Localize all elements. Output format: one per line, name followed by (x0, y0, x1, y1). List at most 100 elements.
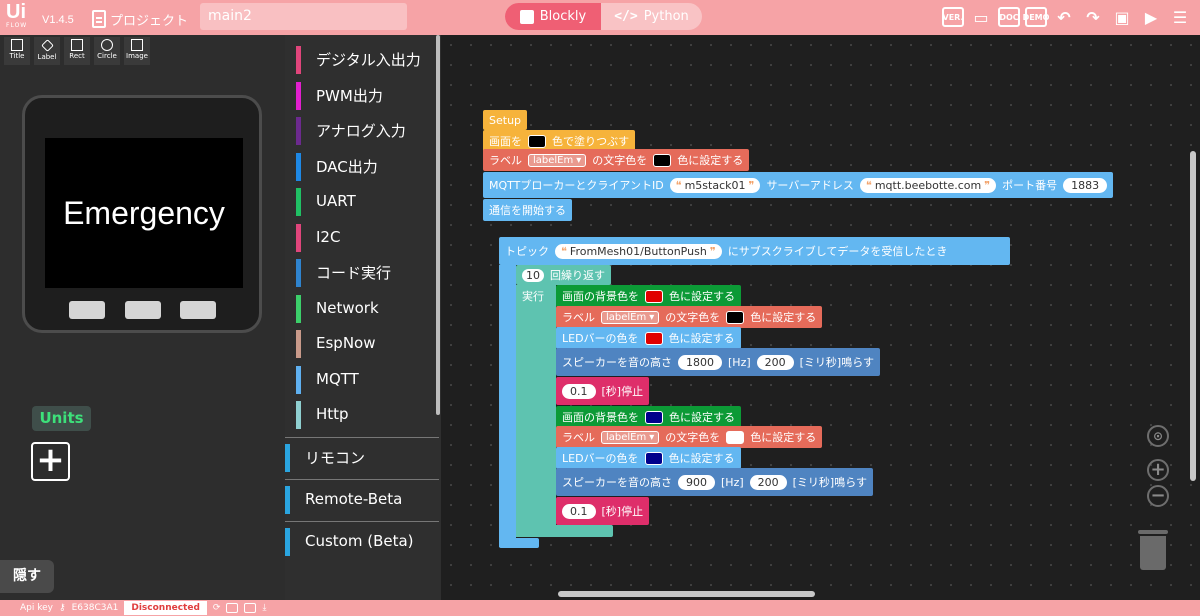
category-item[interactable]: Remote-Beta (285, 482, 430, 516)
divider (285, 437, 439, 438)
label-dropdown[interactable]: labelEm ▾ (601, 310, 660, 324)
label-dropdown[interactable]: labelEm ▾ (601, 430, 660, 444)
category-item[interactable]: MQTT (296, 362, 441, 396)
device-button-a (69, 301, 105, 319)
docs-icon[interactable]: DOC (998, 7, 1020, 27)
color-swatch[interactable] (645, 410, 663, 424)
category-item[interactable]: Http (296, 397, 441, 431)
duration-field[interactable]: 200 (749, 474, 787, 490)
version-icon[interactable]: VER. (942, 7, 964, 27)
repeat-block[interactable]: 10 回繰り返す (516, 265, 611, 285)
demo-icon[interactable]: DEMO (1023, 7, 1049, 27)
device-icon[interactable]: ▣ (1110, 5, 1134, 29)
freq-field[interactable]: 1800 (678, 354, 722, 370)
hide-button[interactable]: 隠す (0, 560, 54, 593)
server-field[interactable]: ❝ mqtt.beebotte.com ❞ (859, 177, 997, 193)
redo-icon[interactable]: ↷ (1081, 5, 1105, 29)
tool-image[interactable]: Image (124, 37, 150, 65)
wait-block[interactable]: 0.1 [秒]停止 (556, 377, 650, 405)
category-item[interactable]: I2C (296, 220, 441, 254)
units-title: Units (32, 406, 91, 431)
label-color-block[interactable]: ラベル labelEm ▾ の文字色を 色に設定する (556, 426, 823, 448)
bg-color-block[interactable]: 画面の背景色を 色に設定する (556, 285, 741, 307)
block-categories: デジタル入出力 PWM出力 アナログ入力 DAC出力 UART I2C コード実… (285, 35, 441, 600)
color-swatch[interactable] (653, 153, 672, 167)
rect-icon (71, 39, 83, 51)
add-unit-button[interactable]: + (31, 442, 70, 481)
python-tab[interactable]: </> Python (601, 3, 702, 30)
freq-field[interactable]: 900 (678, 474, 715, 490)
image-icon (131, 39, 143, 51)
category-item[interactable]: アナログ入力 (296, 113, 441, 147)
download-icon[interactable]: ⤓ (262, 603, 266, 613)
category-item[interactable]: Custom (Beta) (285, 524, 430, 558)
setup-block[interactable]: Setup (483, 110, 528, 130)
start-comm-block[interactable]: 通信を開始する (483, 199, 572, 221)
bg-color-block[interactable]: 画面の背景色を 色に設定する (556, 406, 741, 428)
api-key-value: E638C3A1 (71, 603, 119, 613)
category-item[interactable]: EspNow (296, 326, 441, 360)
label-dropdown[interactable]: labelEm ▾ (528, 153, 587, 167)
logo-sub: FLOW (6, 22, 28, 29)
category-item[interactable]: デジタル入出力 (296, 42, 441, 76)
speaker-block[interactable]: スピーカーを音の高さ 1800 [Hz] 200 [ミリ秒]鳴らす (556, 348, 881, 376)
repeat-count[interactable]: 10 (522, 268, 544, 282)
workspace-scrollbar-horizontal[interactable] (558, 591, 815, 597)
category-item[interactable]: Network (296, 291, 441, 325)
category-item[interactable]: コード実行 (296, 255, 441, 289)
category-item[interactable]: リモコン (285, 440, 430, 474)
undo-icon[interactable]: ↶ (1052, 5, 1076, 29)
chat-icon[interactable]: ▭ (969, 5, 993, 29)
color-swatch[interactable] (726, 310, 745, 324)
color-swatch[interactable] (645, 289, 663, 303)
project-button[interactable]: プロジェクト (92, 8, 188, 30)
category-item[interactable]: PWM出力 (296, 78, 441, 112)
wait-field[interactable]: 0.1 (562, 383, 596, 399)
category-item[interactable]: UART (296, 184, 441, 218)
device-screen[interactable]: Emergency (45, 138, 243, 288)
save-icon[interactable] (226, 603, 239, 613)
label-color-block[interactable]: ラベル labelEm ▾ の文字色を 色に設定する (556, 306, 823, 328)
duration-field[interactable]: 200 (756, 354, 794, 370)
zoom-in-icon[interactable]: + (1147, 459, 1169, 481)
topic-field[interactable]: ❝ FromMesh01/ButtonPush ❞ (555, 243, 722, 259)
device-button-c (180, 301, 216, 319)
python-label: Python (643, 9, 689, 24)
tool-title[interactable]: Title (4, 37, 30, 65)
subscribe-block[interactable]: トピック ❝ FromMesh01/ButtonPush ❞ にサブスクライブしてデ… (499, 237, 1010, 265)
wait-block[interactable]: 0.1 [秒]停止 (556, 497, 650, 525)
wait-field[interactable]: 0.1 (562, 503, 596, 519)
puzzle-icon (519, 9, 534, 24)
tool-label[interactable]: Label (34, 37, 60, 65)
filename-input[interactable]: main2 (200, 3, 407, 30)
workspace-scrollbar-vertical[interactable] (1190, 151, 1196, 481)
category-scrollbar[interactable] (436, 35, 440, 415)
label-color-block[interactable]: ラベル labelEm ▾ の文字色を 色に設定する (483, 149, 750, 171)
refresh-icon[interactable]: ⟳ (213, 603, 221, 613)
mqtt-init-block[interactable]: MQTTブローカーとクライアントID ❝ m5stack01 ❞ サーバーアドレス … (483, 172, 1114, 198)
trash-icon[interactable] (1138, 530, 1168, 570)
zoom-out-icon[interactable]: − (1147, 485, 1169, 507)
led-color-block[interactable]: LEDバーの色を 色に設定する (556, 447, 741, 469)
color-swatch[interactable] (644, 451, 663, 465)
project-label: プロジェクト (110, 13, 189, 29)
led-color-block[interactable]: LEDバーの色を 色に設定する (556, 327, 741, 349)
color-swatch[interactable] (726, 430, 745, 444)
tool-rect[interactable]: Rect (64, 37, 90, 65)
port-field[interactable]: 1883 (1063, 177, 1108, 193)
blockly-tab[interactable]: Blockly (505, 3, 601, 30)
category-item[interactable]: DAC出力 (296, 149, 441, 183)
version-label: V1.4.5 (42, 14, 74, 26)
folder-icon[interactable] (244, 603, 257, 613)
run-icon[interactable]: ▶ (1139, 5, 1163, 29)
screen-label[interactable]: Emergency (63, 195, 225, 232)
recenter-icon[interactable]: ⊙ (1147, 425, 1169, 447)
client-id-field[interactable]: ❝ m5stack01 ❞ (669, 177, 761, 193)
device-button-b (125, 301, 161, 319)
tool-circle[interactable]: Circle (94, 37, 120, 65)
color-swatch[interactable] (644, 331, 663, 345)
speaker-block[interactable]: スピーカーを音の高さ 900 [Hz] 200 [ミリ秒]鳴らす (556, 468, 874, 496)
menu-icon[interactable]: ☰ (1168, 5, 1192, 29)
blockly-workspace[interactable]: Setup 画面を 色で塗りつぶす ラベル labelEm ▾ の文字色を 色に設… (441, 35, 1200, 600)
color-swatch[interactable] (528, 134, 546, 148)
